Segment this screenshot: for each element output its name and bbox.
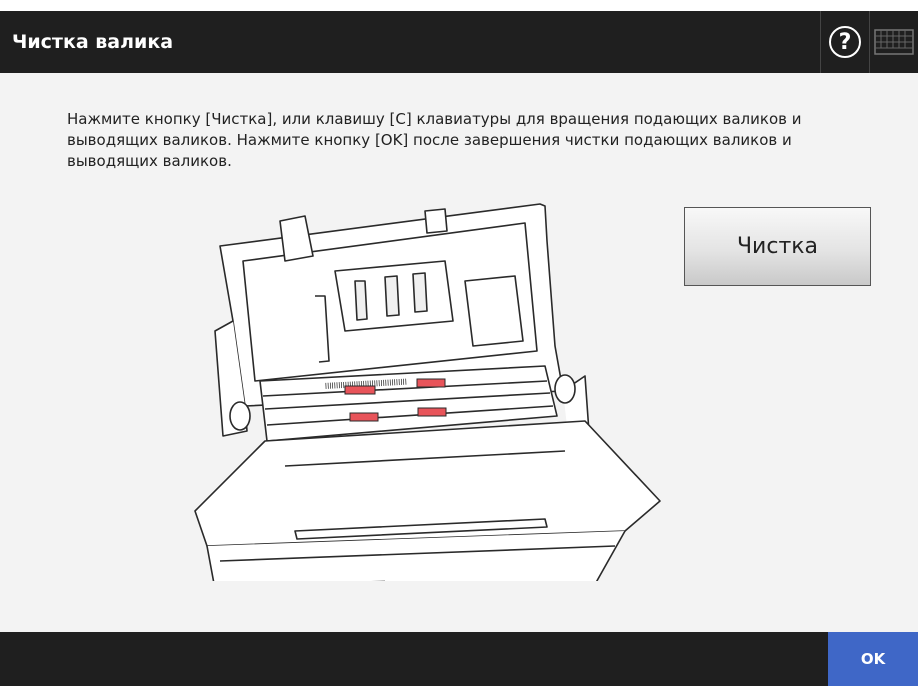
keyboard-icon <box>874 29 914 55</box>
page-title: Чистка валика <box>12 31 174 53</box>
instruction-text: Нажмите кнопку [Чистка], или клавишу [С]… <box>67 110 802 170</box>
title-bar: Чистка валика ? <box>0 0 918 73</box>
bottom-bar: OK <box>0 632 918 686</box>
main-content: Нажмите кнопку [Чистка], или клавишу [С]… <box>0 73 918 632</box>
help-button[interactable]: ? <box>820 11 870 73</box>
help-icon: ? <box>829 26 861 58</box>
ok-button[interactable]: OK <box>828 632 918 686</box>
keyboard-button[interactable] <box>870 11 918 73</box>
clean-button[interactable]: Чистка <box>684 207 871 286</box>
scanner-illustration: lllllllllllllllllllllllllllllllllllll <box>194 203 661 581</box>
